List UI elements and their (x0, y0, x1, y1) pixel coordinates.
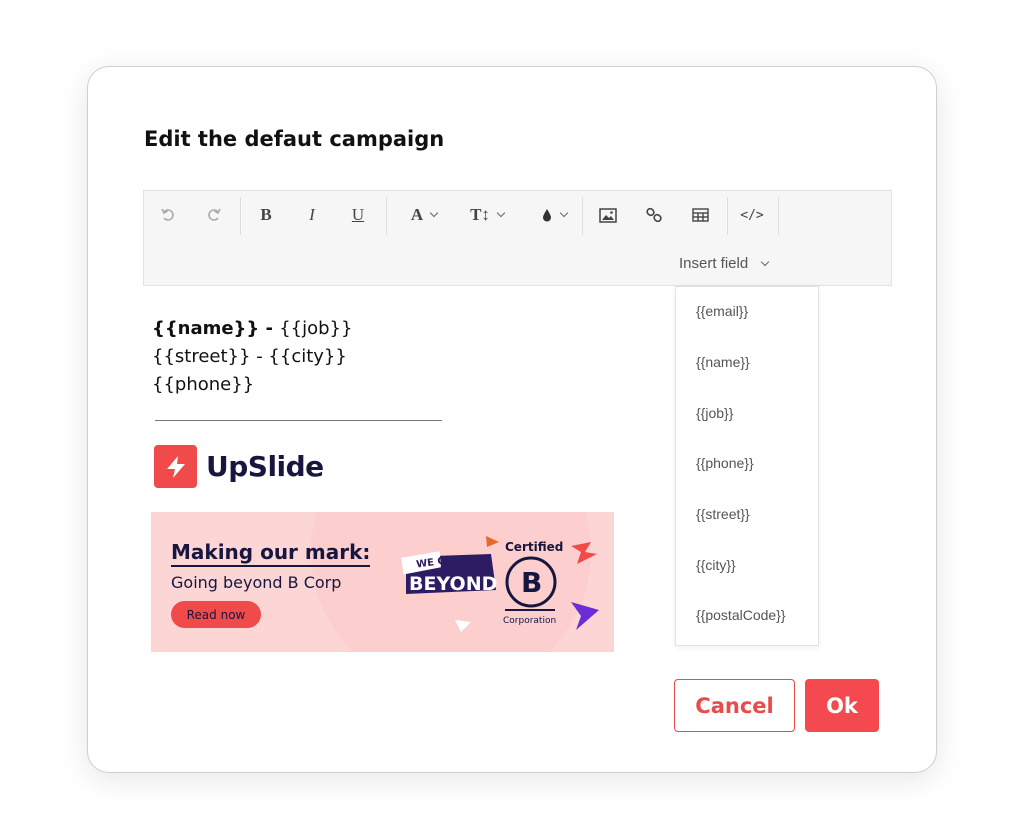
edit-campaign-dialog: Edit the defaut campaign B I U A T↕ </> … (87, 66, 937, 773)
signature-line-3: {{phone}} (152, 371, 352, 399)
logo-text: UpSlide (206, 450, 324, 483)
phone-field: {{phone}} (152, 374, 255, 395)
insert-field-dropdown[interactable]: Insert field (679, 255, 770, 272)
dialog-title: Edit the defaut campaign (144, 127, 445, 151)
signature-line-1: {{name}} - {{job}} (152, 315, 352, 343)
bcorp-b-letter: B (521, 566, 542, 599)
badge-beyond: BEYOND (409, 573, 497, 595)
highlight-dropdown[interactable] (530, 203, 578, 227)
toolbar-separator (240, 197, 241, 235)
corporation-label: Corporation (503, 616, 557, 626)
street-separator: - (250, 346, 269, 367)
source-code-button[interactable]: </> (740, 203, 764, 227)
table-icon (691, 208, 709, 222)
toolbar-row: B I U A T↕ </> (144, 191, 891, 239)
menu-item-job[interactable]: {{job}} (696, 405, 733, 421)
toolbar-separator (727, 197, 728, 235)
insert-link-button[interactable] (642, 203, 666, 227)
editor-toolbar: B I U A T↕ </> Insert field (143, 190, 892, 286)
job-field: {{job}} (279, 318, 353, 339)
signature-block[interactable]: {{name}} - {{job}} {{street}} - {{city}}… (152, 315, 352, 399)
promo-banner[interactable]: B WE GO BEYOND Making our mark: Going be… (151, 512, 614, 652)
name-separator: - (259, 318, 280, 339)
menu-item-street[interactable]: {{street}} (696, 506, 750, 522)
signature-line-2: {{street}} - {{city}} (152, 343, 352, 371)
underline-button[interactable]: U (348, 203, 368, 227)
link-icon (646, 207, 662, 223)
name-field: {{name}} (152, 318, 260, 339)
toolbar-separator (386, 197, 387, 235)
font-color-dropdown[interactable]: A (400, 203, 448, 227)
read-now-button[interactable]: Read now (171, 601, 261, 628)
undo-icon[interactable] (158, 203, 178, 227)
banner-subline: Going beyond B Corp (171, 573, 342, 592)
ok-button[interactable]: Ok (805, 679, 879, 732)
text-size-icon: T↕ (470, 205, 490, 224)
chevron-down-icon (760, 257, 770, 266)
cancel-button[interactable]: Cancel (674, 679, 795, 732)
certified-label: Certified (505, 540, 564, 554)
lightning-icon (154, 445, 197, 488)
toolbar-separator (778, 197, 779, 235)
menu-item-email[interactable]: {{email}} (696, 303, 748, 319)
image-icon (599, 207, 617, 223)
upslide-logo: UpSlide (154, 445, 324, 488)
redo-icon[interactable] (204, 203, 224, 227)
city-field: {{city}} (268, 346, 347, 367)
chevron-down-icon (559, 208, 569, 218)
menu-item-city[interactable]: {{city}} (696, 557, 736, 573)
menu-item-phone[interactable]: {{phone}} (696, 455, 754, 471)
signature-divider (155, 420, 442, 421)
text-size-dropdown[interactable]: T↕ (462, 203, 512, 227)
insert-image-button[interactable] (596, 203, 620, 227)
menu-item-postal-code[interactable]: {{postalCode}} (696, 607, 786, 623)
chevron-down-icon (496, 208, 506, 218)
menu-item-name[interactable]: {{name}} (696, 354, 750, 370)
street-field: {{street}} (152, 346, 251, 367)
ink-drop-icon (543, 209, 551, 222)
bold-button[interactable]: B (256, 203, 276, 227)
font-color-icon: A (410, 205, 424, 224)
chevron-down-icon (429, 208, 439, 218)
banner-headline: Making our mark: (171, 540, 371, 567)
insert-field-menu: {{email}} {{name}} {{job}} {{phone}} {{s… (675, 286, 819, 646)
toolbar-separator (582, 197, 583, 235)
insert-field-label: Insert field (679, 255, 749, 272)
italic-button[interactable]: I (302, 203, 322, 227)
insert-table-button[interactable] (688, 203, 712, 227)
